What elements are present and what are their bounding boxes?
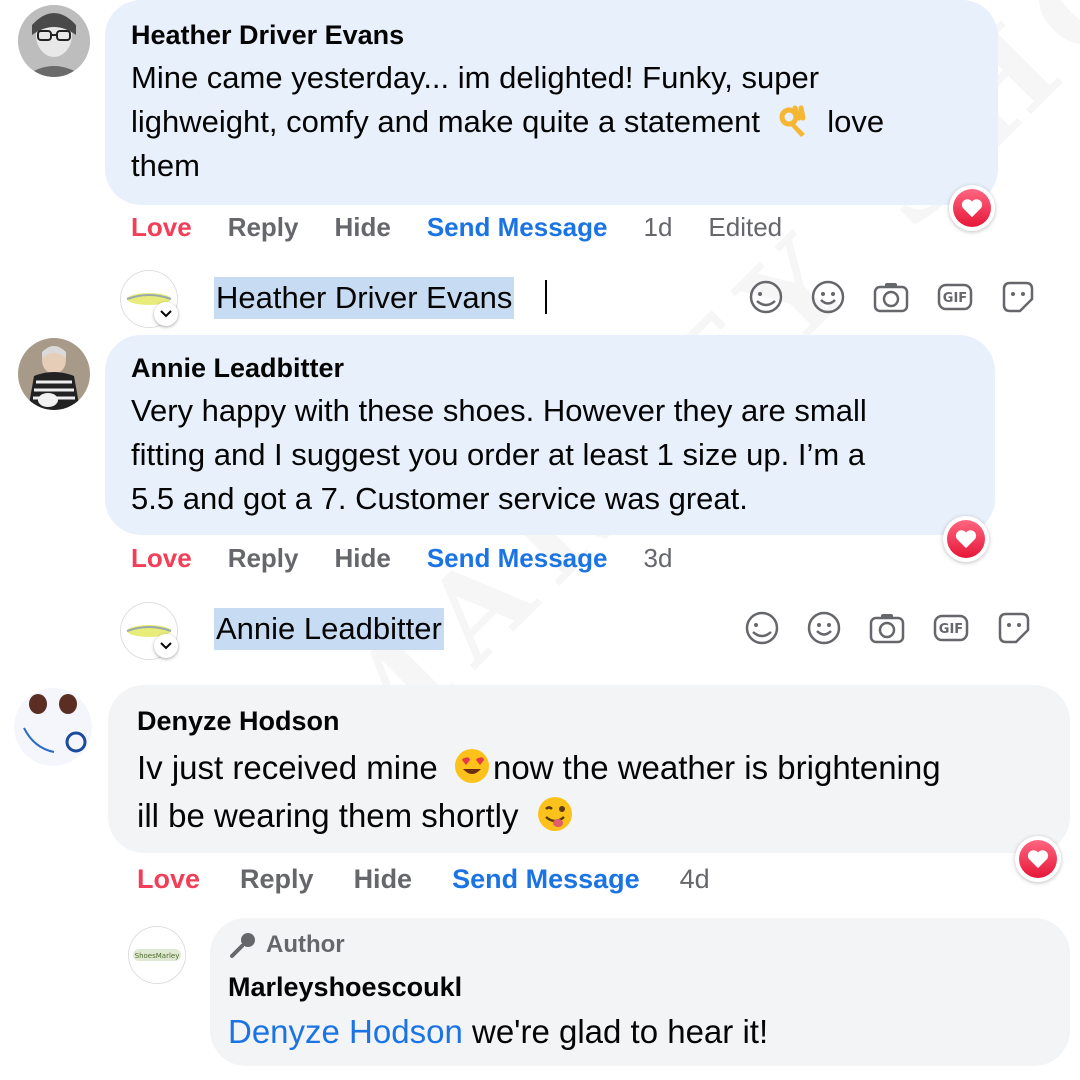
send-message-link[interactable]: Send Message <box>427 543 608 574</box>
comment-text-line: fitting and I suggest you order at least… <box>131 437 866 472</box>
comment-actions: Love Reply Hide Send Message 3d <box>131 543 708 574</box>
comment-text-segment: we're glad to hear it! <box>462 1013 769 1050</box>
comment-text-line: ill be wearing them shortly <box>137 792 1057 840</box>
chevron-down-icon[interactable] <box>154 634 178 658</box>
comment-text-line: Very happy with these shoes. However the… <box>131 393 867 428</box>
heart-eyes-emoji-icon <box>453 747 491 785</box>
reply-toolbar: GIF <box>744 610 1032 646</box>
gif-icon[interactable]: GIF <box>932 610 970 646</box>
author-badge: Author <box>228 930 345 960</box>
author-badge-label: Author <box>266 931 345 958</box>
comment-author[interactable]: Heather Driver Evans <box>131 20 404 51</box>
mention-link[interactable]: Denyze Hodson <box>228 1013 463 1050</box>
chevron-down-icon[interactable] <box>154 302 178 326</box>
comment-time[interactable]: 4d <box>680 864 710 895</box>
sticker-icon[interactable] <box>996 610 1032 646</box>
send-message-link[interactable]: Send Message <box>427 212 608 243</box>
comment-time[interactable]: 3d <box>643 543 672 574</box>
hide-link[interactable]: Hide <box>335 212 391 243</box>
comment-author[interactable]: Denyze Hodson <box>137 706 340 737</box>
microphone-icon <box>230 933 255 958</box>
comment-text: Iv just received mine now the weather is… <box>137 744 1057 840</box>
hide-link[interactable]: Hide <box>354 864 413 895</box>
winking-tongue-emoji-icon <box>536 795 574 833</box>
love-reaction-icon[interactable] <box>949 185 995 231</box>
comment-text-line: lighweight, comfy and make quite a state… <box>131 100 981 144</box>
comment-author[interactable]: Marleyshoescoukl <box>228 972 462 1003</box>
hide-link[interactable]: Hide <box>335 543 391 574</box>
reply-link[interactable]: Reply <box>228 543 299 574</box>
camera-icon[interactable] <box>868 610 906 646</box>
edited-label: Edited <box>708 212 783 242</box>
avatar[interactable] <box>18 338 90 410</box>
comment-text-segment: love <box>827 104 885 139</box>
page-avatar[interactable]: ShoesMarley <box>128 926 186 984</box>
comment-text-line: them <box>131 148 200 183</box>
svg-text:GIF: GIF <box>943 291 967 306</box>
svg-text:ShoesMarley: ShoesMarley <box>135 952 180 960</box>
love-link[interactable]: Love <box>137 864 200 895</box>
emoji-icon[interactable] <box>810 279 846 315</box>
ok-hand-emoji-icon <box>777 104 811 138</box>
avatar-sticker-icon[interactable] <box>744 610 780 646</box>
send-message-link[interactable]: Send Message <box>452 864 640 895</box>
svg-text:GIF: GIF <box>939 622 963 637</box>
comment-text-line: 5.5 and got a 7. Customer service was gr… <box>131 481 748 516</box>
comment-text-segment: now the weather is brightening <box>492 749 941 786</box>
love-reaction-icon[interactable] <box>943 516 989 562</box>
reply-toolbar: GIF <box>748 279 1036 315</box>
comment-actions: Love Reply Hide Send Message 4d <box>137 864 746 895</box>
comment-author[interactable]: Annie Leadbitter <box>131 353 344 384</box>
camera-icon[interactable] <box>872 279 910 315</box>
comment-text: Very happy with these shoes. However the… <box>131 389 981 521</box>
emoji-icon[interactable] <box>806 610 842 646</box>
sticker-icon[interactable] <box>1000 279 1036 315</box>
comment-time[interactable]: 1d <box>643 212 672 243</box>
comment-text-line: Iv just received mine now the weather is… <box>137 744 1057 792</box>
reply-link[interactable]: Reply <box>228 212 299 243</box>
comment-text-segment: ill be wearing them shortly <box>137 797 519 834</box>
love-link[interactable]: Love <box>131 543 192 574</box>
comment-text-segment: lighweight, comfy and make quite a state… <box>131 104 760 139</box>
comment-text-line: Mine came yesterday... im delighted! Fun… <box>131 60 820 95</box>
avatar[interactable] <box>18 5 90 77</box>
comment-actions: Love Reply Hide Send Message 1d Edited <box>131 212 818 243</box>
comment-text: Denyze Hodson we're glad to hear it! <box>228 1008 1058 1056</box>
gif-icon[interactable]: GIF <box>936 279 974 315</box>
comment-text-segment: Iv just received mine <box>137 749 438 786</box>
reply-mention[interactable]: Annie Leadbitter <box>214 608 444 650</box>
love-reaction-icon[interactable] <box>1015 836 1061 882</box>
love-link[interactable]: Love <box>131 212 192 243</box>
comment-text: Mine came yesterday... im delighted! Fun… <box>131 56 981 188</box>
reply-link[interactable]: Reply <box>240 864 314 895</box>
avatar[interactable] <box>14 688 92 766</box>
avatar-sticker-icon[interactable] <box>748 279 784 315</box>
text-cursor <box>545 280 547 314</box>
reply-mention[interactable]: Heather Driver Evans <box>214 277 515 319</box>
